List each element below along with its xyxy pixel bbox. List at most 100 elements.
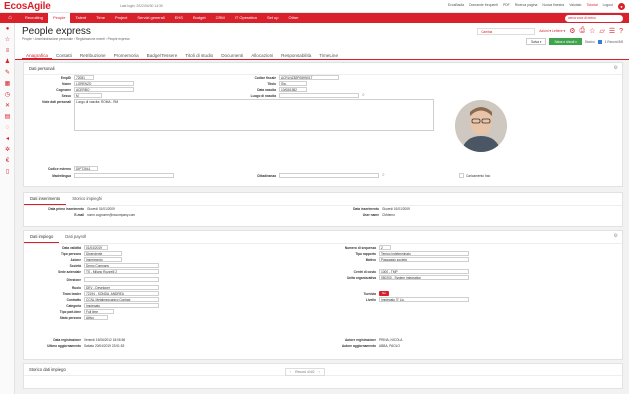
empid-field[interactable]: 72081: [74, 75, 94, 80]
nav-item-people[interactable]: People: [48, 13, 71, 23]
tab-allocazioni[interactable]: Allocazioni: [247, 51, 277, 59]
top-link-faq[interactable]: Domande frequenti: [469, 3, 498, 10]
gear-icon[interactable]: ✲: [0, 144, 15, 155]
titolo-select[interactable]: Sig.: [279, 81, 307, 86]
category-select[interactable]: Impiegato: [84, 303, 159, 308]
tools-icon[interactable]: ✕: [0, 100, 15, 111]
actions-dropdown[interactable]: Azioni ▾ Lettere ▾: [539, 29, 565, 33]
reason-select[interactable]: Passaggio società: [379, 257, 469, 262]
pager-next-icon[interactable]: ›: [319, 370, 320, 374]
cittadinanza-field[interactable]: [279, 173, 379, 178]
bookmark-icon[interactable]: ▱: [599, 27, 604, 35]
top-link-tutorial[interactable]: Tutorial: [586, 3, 597, 10]
nav-item-other[interactable]: Other: [284, 13, 304, 23]
tab-retribuzione[interactable]: Retribuzione: [76, 51, 110, 59]
note-textarea[interactable]: Luogo di nascita: ROMA - RM: [74, 99, 434, 131]
madrelingua-select[interactable]: [74, 173, 174, 178]
tab-documenti[interactable]: Documenti: [217, 51, 247, 59]
turnista-toggle[interactable]: No: [379, 291, 389, 296]
nav-item-talent[interactable]: Talent: [70, 13, 91, 23]
tab-anagrafica[interactable]: Anagrafica: [22, 51, 52, 59]
nav-item-crm[interactable]: CRM: [211, 13, 230, 23]
teamleader-field[interactable]: 72194 - SONDA, ANDREA: [84, 291, 159, 296]
action-select[interactable]: Inserimento: [84, 257, 122, 262]
building-icon[interactable]: ▤: [0, 111, 15, 122]
clock-icon[interactable]: ◷: [0, 89, 15, 100]
panel-settings-icon[interactable]: ⚙: [614, 65, 618, 71]
validity-field[interactable]: 01/04/2019: [84, 245, 108, 250]
user-avatar-icon[interactable]: ●: [0, 23, 15, 34]
role-field[interactable]: DEV - Developer: [84, 285, 159, 290]
cognome-field[interactable]: ACERBO: [74, 87, 134, 92]
codfisc-field[interactable]: ACRLNZ82P08H501T: [279, 75, 339, 80]
tab-titoli-studio[interactable]: Titoli di studio: [181, 51, 217, 59]
person-type-select[interactable]: Dipendente: [84, 251, 122, 256]
nav-item-time[interactable]: Time: [91, 13, 110, 23]
sesso-select[interactable]: M: [74, 93, 102, 98]
nav-item-project[interactable]: Project: [110, 13, 132, 23]
company-select[interactable]: Demo Company: [84, 263, 159, 268]
nav-item-ehs[interactable]: EHS: [170, 13, 188, 23]
org-unit-select[interactable]: 050200 - System Integration: [379, 275, 469, 280]
chat-icon[interactable]: ◌: [0, 122, 15, 133]
cost-center-select[interactable]: 1000 - TMP: [379, 269, 469, 274]
nav-item-it-operation[interactable]: IT Operation: [230, 13, 262, 23]
level-select[interactable]: Impiegato 3° Liv.: [379, 297, 469, 302]
tab-dati-inserimento[interactable]: Dati inserimento: [24, 193, 67, 205]
datanascita-field[interactable]: 10/08/1982: [279, 87, 307, 92]
search-icon[interactable]: ⌕: [382, 172, 385, 178]
tab-responsabilita[interactable]: Responsabilità: [277, 51, 315, 59]
nav-item-servizi-generali[interactable]: Servizi generali: [132, 13, 169, 23]
menu-icon[interactable]: ≡: [0, 45, 15, 56]
top-link-logout[interactable]: Logout: [603, 3, 613, 10]
save-button[interactable]: Salva ▾: [526, 38, 547, 45]
contract-type-select[interactable]: Tempo indeterminato: [379, 251, 469, 256]
settings-icon[interactable]: ⚙: [569, 27, 575, 35]
tab-storico-impieghi[interactable]: Storico impieghi: [66, 193, 108, 205]
star-icon[interactable]: ☆: [0, 34, 15, 45]
help-icon[interactable]: ?: [619, 28, 623, 35]
luogo-field[interactable]: [279, 93, 359, 98]
top-link-ecosbadia[interactable]: EcosBadia: [448, 3, 464, 10]
panel-settings-icon[interactable]: ⚙: [614, 233, 618, 239]
photo-upload-checkbox[interactable]: [459, 173, 464, 178]
people-icon[interactable]: ♟: [0, 56, 15, 67]
sequence-field[interactable]: 2: [379, 245, 391, 250]
save-close-button[interactable]: Salva e chiudi ▾: [549, 38, 582, 45]
storico-checkbox[interactable]: [597, 39, 602, 44]
notification-icon[interactable]: ●: [618, 2, 625, 10]
edit-icon[interactable]: ✎: [0, 67, 15, 78]
breadcrumb[interactable]: People › Amministrazione personale › Reg…: [22, 37, 130, 41]
record-navigator[interactable]: 1 Record 8/8: [605, 40, 623, 44]
list-icon[interactable]: ☰: [609, 27, 615, 35]
tab-contatti[interactable]: Contatti: [52, 51, 76, 59]
calendar-icon[interactable]: ▦: [0, 78, 15, 89]
speaker-icon[interactable]: ◂: [0, 133, 15, 144]
top-link-rated[interactable]: Valutato: [569, 3, 581, 10]
pager-prev-icon[interactable]: ‹: [290, 370, 291, 374]
nome-field[interactable]: LORENZO: [74, 81, 134, 86]
document-icon[interactable]: ▯: [0, 166, 15, 177]
tab-badge[interactable]: Badge/Tessere: [143, 51, 182, 59]
status-select[interactable]: Attivo: [84, 315, 108, 320]
tab-dati-payroll[interactable]: Dati payroll: [59, 231, 92, 243]
office-select[interactable]: TS - Milano Rozzelli 2: [84, 269, 159, 274]
brand-logo[interactable]: EcosAgile: [4, 1, 114, 12]
nav-item-setup[interactable]: Set up: [262, 13, 284, 23]
nav-item-recruiting[interactable]: Recruiting: [20, 13, 48, 23]
favorite-icon[interactable]: ☆: [589, 27, 595, 35]
menu-search-input[interactable]: cerca voce di menu: [565, 14, 623, 22]
top-link-new-window[interactable]: Nuova finestra: [542, 3, 564, 10]
tab-dati-impiego[interactable]: Dati impiego: [24, 231, 60, 243]
parttime-select[interactable]: Full time: [84, 309, 114, 314]
contract-select[interactable]: CCNL Metalmeccanico Confapi: [84, 297, 159, 302]
top-link-search-page[interactable]: Ricerca pagina: [515, 3, 538, 10]
tab-promemoria[interactable]: Promemoria: [110, 51, 143, 59]
nav-item-budget[interactable]: Budget: [188, 13, 211, 23]
top-link-pdf[interactable]: PDF: [503, 3, 510, 10]
change-person-input[interactable]: Cambia: [477, 27, 536, 35]
euro-icon[interactable]: €: [0, 155, 15, 166]
codext-field[interactable]: DIPT2641: [74, 166, 98, 171]
home-icon[interactable]: ⌂: [0, 15, 20, 21]
direction-select[interactable]: [84, 277, 159, 282]
